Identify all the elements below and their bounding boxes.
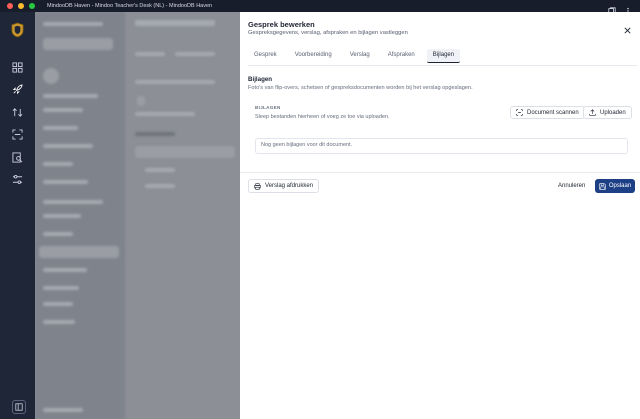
- dialog-tabs: Gesprek Voorbereiding Verslag Afspraken …: [248, 49, 637, 66]
- save-icon: [599, 182, 606, 190]
- app-logo[interactable]: [10, 22, 25, 38]
- upload-icon: [589, 109, 596, 116]
- dashboard-icon[interactable]: [12, 60, 23, 73]
- scan-document-button[interactable]: Document scannen: [510, 106, 585, 119]
- background-sidebar: [35, 12, 125, 419]
- dialog-title: Gesprek bewerken: [248, 20, 315, 29]
- tab-bijlagen[interactable]: Bijlagen: [426, 49, 461, 63]
- tab-gesprek[interactable]: Gesprek: [248, 49, 283, 63]
- scan-document-label: Document scannen: [527, 109, 579, 116]
- save-button[interactable]: Opslaan: [595, 179, 635, 193]
- minimize-window-button[interactable]: [18, 3, 24, 9]
- app-rail: [0, 12, 35, 419]
- section-title: Bijlagen: [248, 76, 273, 83]
- upload-button[interactable]: Uploaden: [583, 106, 632, 119]
- attachments-hint: Sleep bestanden hierheen of voeg ze toe …: [255, 114, 390, 120]
- close-window-button[interactable]: [7, 3, 13, 9]
- tab-afspraken[interactable]: Afspraken: [382, 49, 421, 63]
- tab-verslag[interactable]: Verslag: [344, 49, 376, 63]
- settings-sliders-icon[interactable]: [12, 172, 23, 184]
- window-title: MindooDB Haven - Mindoo Teacher's Desk (…: [47, 3, 213, 9]
- cancel-button[interactable]: Annuleren: [558, 183, 585, 189]
- edit-conversation-dialog: Gesprek bewerken Gespreksgegevens, versl…: [240, 12, 640, 419]
- transfer-icon[interactable]: [12, 105, 23, 117]
- rocket-icon[interactable]: [12, 82, 23, 95]
- upload-label: Uploaden: [600, 109, 626, 116]
- attachments-label: BIJLAGEN: [255, 105, 281, 110]
- print-report-button[interactable]: Verslag afdrukken: [248, 179, 320, 193]
- search-document-icon[interactable]: [12, 150, 23, 163]
- panel-toggle-icon[interactable]: [12, 400, 26, 414]
- attachments-dropzone[interactable]: Nog geen bijlagen voor dit document.: [255, 138, 628, 154]
- footer-divider: [240, 172, 640, 173]
- section-description: Foto's van flip-overs, schetsen of gespr…: [248, 85, 473, 91]
- save-label: Opslaan: [608, 183, 632, 189]
- scan-icon: [516, 109, 523, 116]
- dialog-subtitle: Gespreksgegevens, verslag, afspraken en …: [248, 30, 408, 36]
- print-report-label: Verslag afdrukken: [265, 183, 314, 189]
- tab-voorbereiding[interactable]: Voorbereiding: [289, 49, 338, 63]
- empty-attachments-text: Nog geen bijlagen voor dit document.: [261, 142, 353, 148]
- window-titlebar: MindooDB Haven - Mindoo Teacher's Desk (…: [0, 0, 640, 15]
- maximize-window-button[interactable]: [29, 3, 35, 9]
- close-icon[interactable]: [623, 22, 632, 34]
- scan-icon[interactable]: [12, 127, 23, 140]
- printer-icon: [254, 182, 261, 190]
